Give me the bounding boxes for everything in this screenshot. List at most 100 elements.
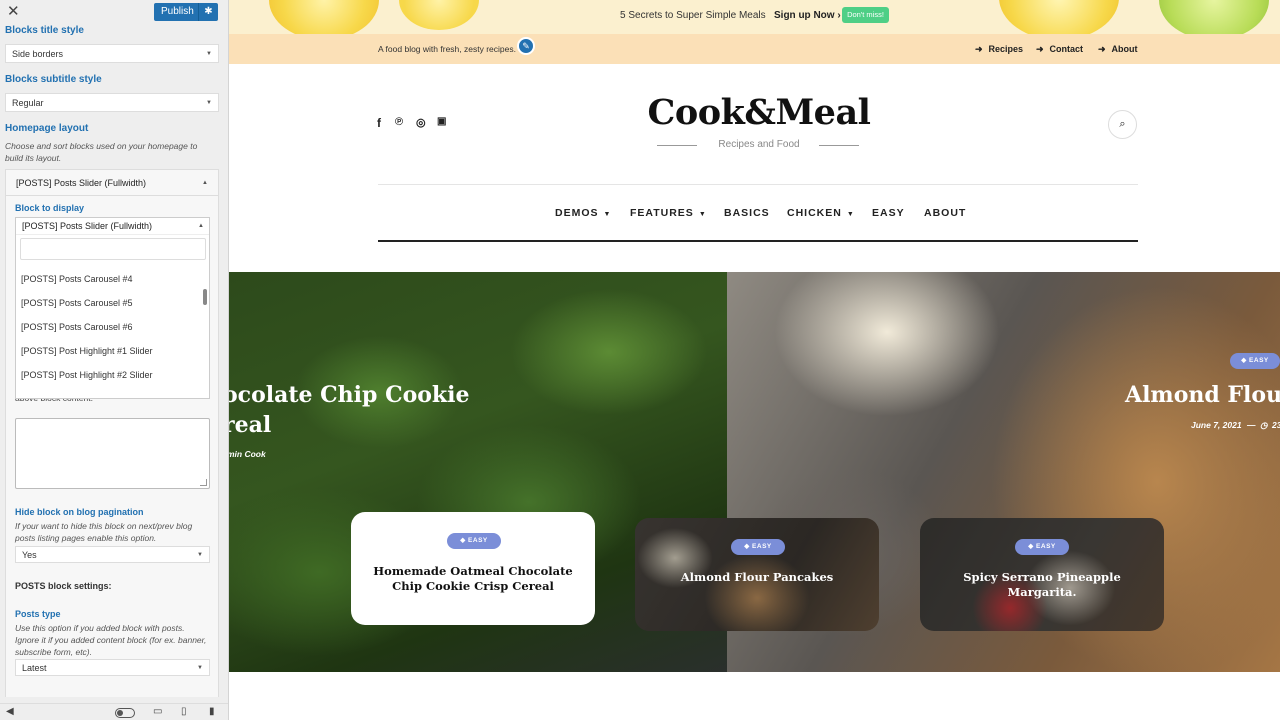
gear-icon[interactable]: ✱ xyxy=(199,3,218,21)
topbar-link-label: Recipes xyxy=(988,44,1024,54)
preview-toggle-icon[interactable] xyxy=(115,708,135,718)
pinterest-icon[interactable]: ℗ xyxy=(395,116,403,128)
dont-miss-button[interactable]: Don't miss! xyxy=(842,7,889,23)
card-title[interactable]: Almond Flour Pancakes xyxy=(645,570,869,585)
chevron-down-icon: ▼ xyxy=(603,211,611,218)
youtube-icon[interactable]: ▣ xyxy=(437,116,446,127)
slider-card[interactable]: ◆ EASY Spicy Serrano Pineapple Margarita… xyxy=(920,518,1164,631)
customizer-footer: ◀ ▭ ▯ ▮ xyxy=(0,703,228,720)
tag-icon: ◆ xyxy=(1028,543,1034,550)
block-title-textarea[interactable] xyxy=(15,418,210,489)
tablet-preview-icon[interactable]: ▯ xyxy=(181,706,187,718)
lemon-slice-image xyxy=(269,0,379,34)
hide-pagination-label: Hide block on blog pagination xyxy=(15,507,144,517)
topbar-link-contact[interactable]: ➜ Contact xyxy=(1036,44,1083,55)
desktop-preview-icon[interactable]: ▭ xyxy=(153,706,162,718)
tag-icon: ◆ xyxy=(460,537,466,544)
nav-label: FEATURES xyxy=(630,207,694,219)
close-icon[interactable]: ✕ xyxy=(7,3,20,21)
posts-settings-heading: POSTS block settings: xyxy=(15,581,112,591)
nav-label: EASY xyxy=(872,207,905,219)
slide-date: June 7, 2021 xyxy=(1191,420,1242,430)
facebook-icon[interactable]: f xyxy=(377,116,381,130)
badge-label: EASY xyxy=(1249,357,1269,364)
hide-pagination-select[interactable]: Yes ▼ xyxy=(15,546,210,563)
badge-label: EASY xyxy=(468,537,488,544)
instagram-icon[interactable]: ◎ xyxy=(416,116,426,129)
dropdown-option[interactable]: [POSTS] Posts Carousel #6 xyxy=(21,322,133,332)
arrow-right-icon: ➜ xyxy=(1098,44,1106,54)
lime-slice-image xyxy=(1159,0,1269,34)
nav-item-features[interactable]: FEATURES ▼ xyxy=(630,207,706,219)
publish-button[interactable]: Publish ✱ xyxy=(154,3,218,21)
nav-item-chicken[interactable]: CHICKEN ▼ xyxy=(787,207,854,219)
top-bar: A food blog with fresh, zesty recipes. ✎… xyxy=(229,34,1280,64)
edit-pencil-icon[interactable]: ✎ xyxy=(517,37,535,55)
blocks-subtitle-style-label: Blocks subtitle style xyxy=(5,74,102,85)
blocks-subtitle-style-select[interactable]: Regular ▼ xyxy=(5,93,219,112)
signup-label: Sign up Now xyxy=(774,10,835,21)
tag-icon: ◆ xyxy=(1241,357,1247,364)
tag-icon: ◆ xyxy=(744,543,750,550)
nav-item-basics[interactable]: BASICS xyxy=(724,207,770,219)
dropdown-option[interactable]: [POSTS] Posts Carousel #4 xyxy=(21,274,133,284)
slider-card[interactable]: ◆ EASY Almond Flour Pancakes xyxy=(635,518,879,631)
chevron-up-icon: ▲ xyxy=(202,180,208,186)
slide-title-right[interactable]: Almond Flour xyxy=(1125,380,1280,410)
block-section-header[interactable]: [POSTS] Posts Slider (Fullwidth) ▲ xyxy=(6,170,218,196)
topbar-link-about[interactable]: ➜ About xyxy=(1098,44,1138,55)
block-to-display-dropdown[interactable]: [POSTS] Posts Slider (Fullwidth) ▲ [POST… xyxy=(15,217,210,399)
dropdown-option[interactable]: [POSTS] Post Highlight #2 Slider xyxy=(21,370,153,380)
nav-label: CHICKEN xyxy=(787,207,842,219)
resize-handle-icon[interactable] xyxy=(200,479,207,486)
site-preview: 5 Secrets to Super Simple Meals Sign up … xyxy=(229,0,1280,720)
hide-pagination-value: Yes xyxy=(22,549,37,560)
nav-item-demos[interactable]: DEMOS ▼ xyxy=(555,207,610,219)
card-title[interactable]: Spicy Serrano Pineapple Margarita. xyxy=(930,570,1154,600)
topbar-link-label: About xyxy=(1111,44,1138,54)
blocks-title-style-select[interactable]: Side borders ▼ xyxy=(5,44,219,63)
category-badge[interactable]: ◆ EASY xyxy=(1230,353,1280,369)
slide-meta-right: 23 xyxy=(1272,420,1280,430)
nav-label: BASICS xyxy=(724,207,770,219)
dropdown-search-input[interactable] xyxy=(20,238,206,260)
nav-item-about[interactable]: ABOUT xyxy=(924,207,966,219)
dropdown-scrollbar[interactable] xyxy=(203,289,207,305)
slide-meta-separator: — xyxy=(1247,420,1256,430)
category-badge[interactable]: ◆ EASY xyxy=(447,533,501,549)
card-title[interactable]: Homemade Oatmeal Chocolate Chip Cookie C… xyxy=(361,564,585,594)
lemon-slice-image xyxy=(399,0,479,30)
dropdown-option[interactable]: [POSTS] Post Highlight #1 Slider xyxy=(21,346,153,356)
posts-type-value: Latest xyxy=(22,662,47,673)
posts-type-description: Use this option if you added block with … xyxy=(15,623,207,657)
slider-card-active[interactable]: ◆ EASY Homemade Oatmeal Chocolate Chip C… xyxy=(351,512,595,625)
dropdown-option[interactable]: [POSTS] Posts Carousel #5 xyxy=(21,298,133,308)
block-to-display-value: [POSTS] Posts Slider (Fullwidth) xyxy=(22,221,153,231)
hide-pagination-description: If your want to hide this block on next/… xyxy=(15,521,193,543)
posts-type-select[interactable]: Latest ▼ xyxy=(15,659,210,676)
customizer-header: ✕ Publish ✱ xyxy=(0,0,228,24)
category-badge[interactable]: ◆ EASY xyxy=(1015,539,1069,555)
slide-title-line: real xyxy=(229,412,272,438)
search-icon[interactable]: ⌕ xyxy=(1108,110,1137,139)
posts-slider: ocolate Chip Cookie real min Cook ◆ EASY… xyxy=(229,272,1280,672)
block-to-display-label: Block to display xyxy=(15,203,85,213)
homepage-layout-description: Choose and sort blocks used on your home… xyxy=(5,141,198,163)
nav-item-easy[interactable]: EASY xyxy=(872,207,905,219)
block-to-display-selected[interactable]: [POSTS] Posts Slider (Fullwidth) ▲ xyxy=(16,218,209,235)
blocks-subtitle-style-value: Regular xyxy=(12,97,44,108)
badge-label: EASY xyxy=(752,543,772,550)
arrow-right-icon: ➜ xyxy=(975,44,983,54)
slide-title-line: ocolate Chip Cookie xyxy=(229,382,470,408)
slide-title-left[interactable]: ocolate Chip Cookie real xyxy=(229,380,470,440)
nav-divider xyxy=(378,184,1138,185)
category-badge[interactable]: ◆ EASY xyxy=(731,539,785,555)
mobile-preview-icon[interactable]: ▮ xyxy=(209,706,215,718)
blocks-title-style-label: Blocks title style xyxy=(5,25,84,36)
topbar-link-recipes[interactable]: ➜ Recipes xyxy=(975,44,1023,55)
site-logo[interactable]: Cook&Meal xyxy=(609,92,909,133)
chevron-up-icon: ▲ xyxy=(198,223,204,229)
collapse-sidebar-icon[interactable]: ◀ xyxy=(6,706,14,718)
signup-link[interactable]: Sign up Now › xyxy=(774,10,841,21)
posts-type-label: Posts type xyxy=(15,609,61,619)
